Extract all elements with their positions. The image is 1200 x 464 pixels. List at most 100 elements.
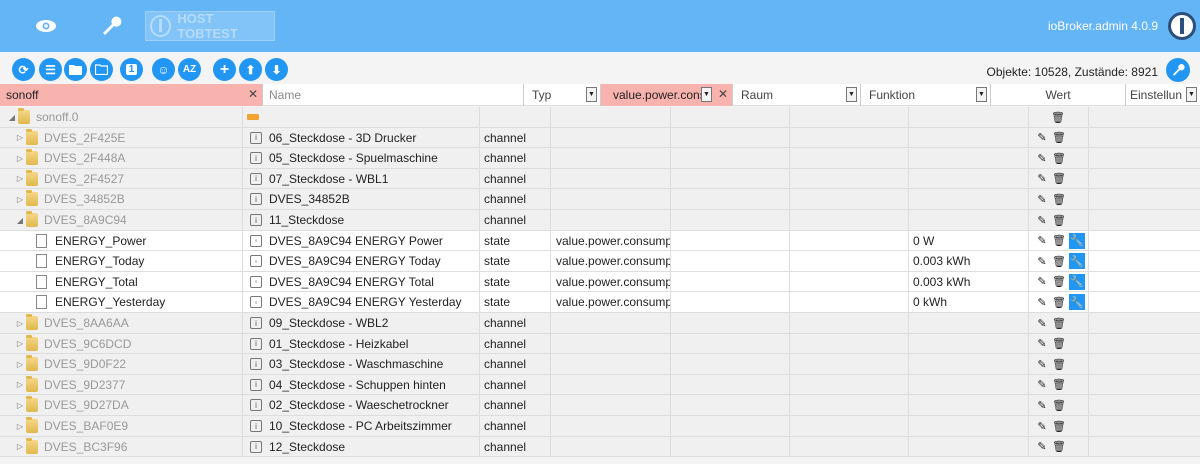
delete-icon[interactable]: 🗑 xyxy=(1052,192,1066,206)
chevron-down-icon[interactable]: ▼ xyxy=(701,87,712,102)
function-cell[interactable] xyxy=(790,436,909,457)
download-button[interactable]: ⬇ xyxy=(265,58,288,81)
channel-row[interactable]: ▷ DVES_9D27DA i 02_Steckdose - Waeschetrock… xyxy=(0,395,1200,416)
settings-column-header[interactable]: Einstellun ▼ xyxy=(1126,84,1200,106)
delete-icon[interactable]: 🗑 xyxy=(1052,275,1066,289)
room-cell[interactable] xyxy=(671,436,790,457)
clear-role-filter-icon[interactable]: ✕ xyxy=(718,87,728,101)
delete-icon[interactable]: 🗑 xyxy=(1052,295,1066,309)
edit-icon[interactable]: ✎ xyxy=(1035,295,1049,309)
delete-icon[interactable]: 🗑 xyxy=(1052,419,1066,433)
function-cell[interactable] xyxy=(790,313,909,333)
type-filter-cell[interactable]: Typ ▼ xyxy=(524,84,601,106)
expand-arrow-icon[interactable]: ▷ xyxy=(14,442,26,451)
expand-arrow-icon[interactable]: ▷ xyxy=(14,339,26,348)
expand-arrow-icon[interactable]: ▷ xyxy=(14,360,26,369)
state-row[interactable]: ENERGY_Yesterday ◦ DVES_8A9C94 ENERGY Yest… xyxy=(0,292,1200,313)
room-cell[interactable] xyxy=(671,395,790,416)
edit-icon[interactable]: ✎ xyxy=(1035,357,1049,371)
function-filter-cell[interactable]: Funktion ▼ xyxy=(861,84,991,106)
function-cell[interactable] xyxy=(790,127,909,148)
edit-icon[interactable]: ✎ xyxy=(1035,254,1049,268)
function-cell[interactable] xyxy=(790,374,909,395)
function-cell[interactable] xyxy=(790,148,909,169)
room-cell[interactable] xyxy=(671,148,790,169)
upload-button[interactable]: ⬆ xyxy=(239,58,262,81)
list-view-button[interactable]: ☰ xyxy=(39,58,62,81)
room-cell[interactable] xyxy=(671,127,790,148)
chevron-down-icon[interactable]: ▼ xyxy=(586,87,597,102)
function-cell[interactable] xyxy=(790,210,909,230)
expand-arrow-icon[interactable]: ▷ xyxy=(14,174,26,183)
channel-row[interactable]: ▷ DVES_9D2377 i 04_Steckdose - Schuppen hin… xyxy=(0,374,1200,396)
channel-row[interactable]: ▷ DVES_2F425E i 06_Steckdose - 3D Drucker ch… xyxy=(0,127,1200,149)
id-filter-input[interactable] xyxy=(0,84,262,106)
channel-row[interactable]: ▷ DVES_8AA6AA i 09_Steckdose - WBL2 channel ✎… xyxy=(0,313,1200,334)
function-cell[interactable] xyxy=(790,251,909,272)
iobroker-logo-icon[interactable] xyxy=(1168,12,1196,40)
delete-icon[interactable]: 🗑 xyxy=(1052,357,1066,371)
room-cell[interactable] xyxy=(671,333,790,354)
expand-arrow-icon[interactable]: ▷ xyxy=(14,195,26,204)
edit-icon[interactable]: ✎ xyxy=(1035,234,1049,248)
delete-icon[interactable]: 🗑 xyxy=(1052,234,1066,248)
room-cell[interactable] xyxy=(671,416,790,436)
function-cell[interactable] xyxy=(790,168,909,189)
collapse-arrow-icon[interactable]: ◢ xyxy=(14,216,26,225)
delete-icon[interactable]: 🗑 xyxy=(1052,440,1066,454)
room-cell[interactable] xyxy=(671,374,790,395)
edit-icon[interactable]: ✎ xyxy=(1035,419,1049,433)
refresh-button[interactable]: ⟳ xyxy=(12,58,35,81)
room-cell[interactable] xyxy=(671,354,790,375)
delete-icon[interactable]: 🗑 xyxy=(1052,398,1066,412)
edit-icon[interactable]: ✎ xyxy=(1035,275,1049,289)
room-cell[interactable] xyxy=(671,271,790,292)
clear-id-filter-icon[interactable]: ✕ xyxy=(248,87,258,101)
edit-icon[interactable]: ✎ xyxy=(1035,131,1049,145)
channel-row[interactable]: ▷ DVES_2F448A i 05_Steckdose - Spuelmaschin… xyxy=(0,148,1200,169)
delete-icon[interactable]: 🗑 xyxy=(1052,151,1066,165)
delete-icon[interactable]: 🗑 xyxy=(1052,213,1066,227)
delete-icon[interactable]: 🗑 xyxy=(1052,254,1066,268)
edit-icon[interactable]: ✎ xyxy=(1035,192,1049,206)
room-cell[interactable] xyxy=(671,210,790,230)
settings-button[interactable] xyxy=(1166,58,1190,82)
state-row[interactable]: ENERGY_Today ◦ DVES_8A9C94 ENERGY Today sta… xyxy=(0,251,1200,272)
room-cell[interactable] xyxy=(671,292,790,313)
role-filter-cell[interactable]: value.power.consu ▼ ✕ xyxy=(601,84,733,106)
host-button[interactable]: HOST TOBTEST xyxy=(145,11,275,41)
state-row[interactable]: ENERGY_Power ◦ DVES_8A9C94 ENERGY Power sta… xyxy=(0,230,1200,252)
delete-icon[interactable]: 🗑 xyxy=(1051,110,1065,124)
wrench-icon[interactable]: 🔧 xyxy=(1069,294,1085,311)
value-cell[interactable]: 0.003 kWh xyxy=(909,271,1029,292)
wrench-icon[interactable]: 🔧 xyxy=(1069,273,1085,290)
delete-icon[interactable]: 🗑 xyxy=(1052,131,1066,145)
state-row[interactable]: ENERGY_Total ◦ DVES_8A9C94 ENERGY Total sta… xyxy=(0,271,1200,293)
wrench-icon[interactable]: 🔧 xyxy=(1069,253,1085,270)
room-cell[interactable] xyxy=(671,189,790,210)
function-cell[interactable] xyxy=(790,230,909,251)
function-cell[interactable] xyxy=(790,395,909,416)
expand-folders-button[interactable] xyxy=(64,58,87,81)
room-cell[interactable] xyxy=(671,313,790,333)
edit-icon[interactable]: ✎ xyxy=(1035,151,1049,165)
name-filter-input[interactable] xyxy=(263,84,523,106)
function-cell[interactable] xyxy=(790,416,909,436)
expand-arrow-icon[interactable]: ▷ xyxy=(14,133,26,142)
delete-icon[interactable]: 🗑 xyxy=(1052,337,1066,351)
edit-icon[interactable]: ✎ xyxy=(1035,337,1049,351)
value-cell[interactable]: 0 W xyxy=(909,230,1029,251)
collapse-folders-button[interactable] xyxy=(90,58,113,81)
edit-icon[interactable]: ✎ xyxy=(1035,172,1049,186)
edit-icon[interactable]: ✎ xyxy=(1035,440,1049,454)
edit-icon[interactable]: ✎ xyxy=(1035,398,1049,412)
wrench-icon[interactable]: 🔧 xyxy=(1069,232,1085,249)
eye-icon[interactable] xyxy=(30,10,62,42)
room-filter-cell[interactable]: Raum ▼ xyxy=(733,84,861,106)
channel-row[interactable]: ▷ DVES_34852B i DVES_34852B channel ✎ 🗑 xyxy=(0,189,1200,210)
function-cell[interactable] xyxy=(790,333,909,354)
sort-az-button[interactable]: AZ xyxy=(178,58,201,81)
channel-row[interactable]: ▷ DVES_BAF0E9 i 10_Steckdose - PC Arbeitszi… xyxy=(0,416,1200,437)
value-cell[interactable]: 0.003 kWh xyxy=(909,251,1029,272)
function-cell[interactable] xyxy=(790,292,909,313)
